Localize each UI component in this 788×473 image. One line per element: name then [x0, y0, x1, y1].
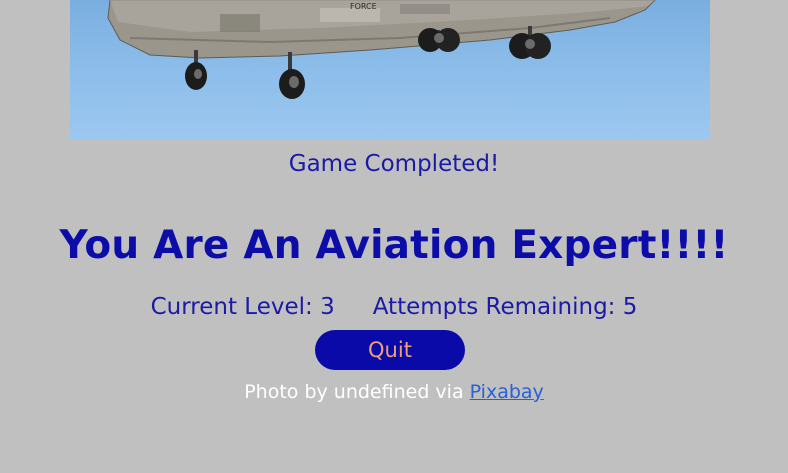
attempts-remaining: Attempts Remaining: 5: [372, 294, 638, 320]
result-headline: You Are An Aviation Expert!!!!: [59, 223, 729, 268]
game-status: Game Completed!: [288, 151, 500, 177]
fuselage-text: FORCE: [350, 2, 377, 11]
helicopter-image: FORCE: [107, 0, 656, 99]
credit-prefix: Photo by undefined via: [244, 381, 464, 403]
quit-button[interactable]: Quit: [315, 330, 465, 370]
current-level: Current Level: 3: [150, 294, 335, 320]
photo-credit: Photo by undefined via Pixabay: [0, 376, 788, 408]
pixabay-link[interactable]: Pixabay: [470, 381, 544, 403]
wheel-front-right: [279, 69, 305, 99]
aircraft-photo: FORCE: [70, 0, 710, 140]
wheel-front-left: [185, 62, 207, 90]
wheel-rear-right: [509, 33, 551, 59]
game-stats: Current Level: 3 Attempts Remaining: 5: [0, 289, 788, 325]
